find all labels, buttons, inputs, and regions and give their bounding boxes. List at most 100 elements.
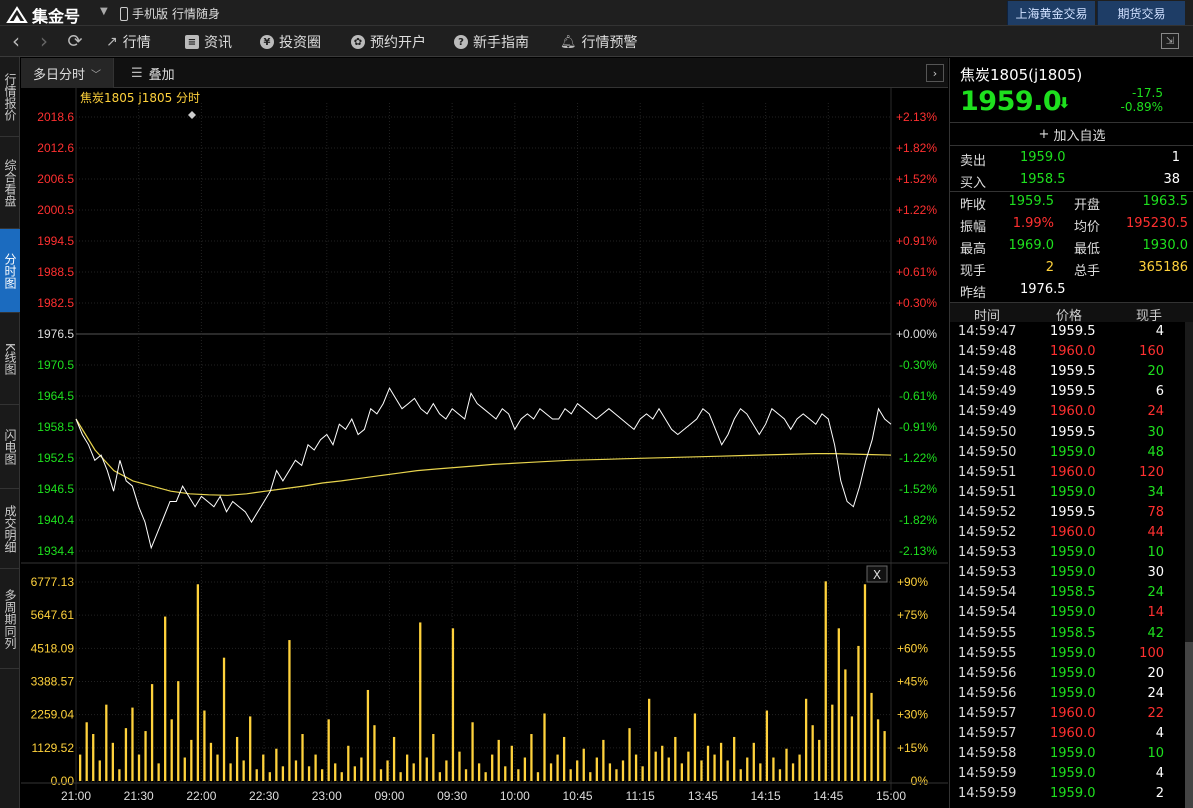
tab-multi-day[interactable]: 多日分时 ﹀ — [21, 58, 115, 88]
app-logo[interactable]: 集金号 — [6, 3, 80, 27]
sidetab-quotes[interactable]: 行情报价 — [0, 57, 20, 137]
tick-time: 14:59:51 — [958, 484, 1017, 500]
chart-tab-bar: 多日分时 ﹀ ☰ 叠加 › — [21, 58, 948, 88]
tick-time: 14:59:56 — [958, 665, 1017, 681]
sidetab-flash[interactable]: 闪电图 — [0, 405, 20, 489]
toolbar-alert[interactable]: 🔔︎ 行情预警 — [560, 32, 638, 52]
tick-time: 14:59:48 — [958, 364, 1017, 380]
volume-bar — [595, 757, 598, 781]
futures-trade-button[interactable]: 期货交易 — [1097, 1, 1185, 25]
volume-bar — [353, 766, 356, 781]
sidetab-overview[interactable]: 综合看盘 — [0, 137, 20, 229]
volume-bar — [576, 760, 579, 781]
scroll-thumb[interactable] — [1185, 642, 1193, 808]
chevron-right-icon[interactable]: › — [926, 64, 944, 82]
volume-bar — [641, 766, 644, 781]
tick-row: 14:59:47 1959.5 4 — [950, 322, 1186, 343]
tick-price: 1959.5 — [1050, 384, 1096, 400]
volume-bar — [190, 739, 193, 781]
stat-value: 1930.0 — [1142, 238, 1189, 253]
sidetab-timeshare[interactable]: 分时图 — [0, 229, 20, 313]
collapse-icon[interactable]: ⇲ — [1161, 33, 1179, 49]
ticks-list[interactable]: 14:59:47 1959.5 4 14:59:48 1960.0 160 14:59:48… — [950, 322, 1186, 808]
tick-price: 1959.5 — [1050, 324, 1096, 339]
back-icon[interactable]: ‹ — [5, 29, 27, 53]
close-icon: X — [873, 568, 881, 582]
tick-volume: 30 — [1147, 424, 1164, 440]
side-tabs: 行情报价 综合看盘 分时图 K线图 闪电图 成交明细 多周期同列 — [0, 57, 20, 808]
volume-bar — [275, 748, 278, 781]
tick-volume: 6 — [1155, 384, 1164, 400]
volume-pct-label: +60% — [897, 641, 928, 655]
chart-background — [21, 88, 948, 808]
volume-tick-label: 4518.09 — [31, 641, 75, 655]
sidetab-multi-period[interactable]: 多周期同列 — [0, 569, 20, 669]
volume-bar — [674, 736, 677, 781]
tick-volume: 14 — [1147, 605, 1164, 621]
tick-price: 1959.0 — [1050, 766, 1096, 782]
sidetab-kline[interactable]: K线图 — [0, 313, 20, 405]
stat-label: 最低 — [1074, 242, 1101, 257]
tick-time: 14:59:59 — [958, 766, 1017, 782]
volume-bar — [92, 734, 95, 781]
toolbar-guide[interactable]: ? 新手指南 — [454, 32, 529, 52]
price-tick-label: 1958.5 — [37, 420, 74, 434]
tick-volume: 10 — [1147, 545, 1164, 561]
forward-icon[interactable]: › — [33, 29, 55, 53]
volume-bar — [706, 745, 710, 781]
volume-bar — [196, 584, 200, 781]
stat-label: 总手 — [1074, 264, 1101, 279]
stat-value: 1.99% — [1012, 216, 1054, 231]
tick-row: 14:59:51 1959.0 34 — [950, 483, 1186, 504]
chevron-down-icon[interactable]: ▼ — [100, 6, 108, 17]
tick-price: 1959.0 — [1050, 786, 1096, 802]
pct-tick-label: -1.22% — [899, 451, 937, 465]
tick-price: 1959.0 — [1050, 444, 1096, 460]
volume-bar — [183, 757, 186, 781]
toolbar-news[interactable]: ≡ 资讯 — [185, 32, 232, 52]
refresh-icon[interactable]: ⟳ — [64, 30, 86, 52]
volume-bar — [137, 754, 141, 781]
volume-bar — [471, 722, 474, 781]
tick-price: 1960.0 — [1050, 404, 1096, 420]
tick-row: 14:59:50 1959.5 30 — [950, 423, 1186, 444]
sge-trade-button[interactable]: 上海黄金交易 — [1007, 1, 1095, 25]
tick-volume: 42 — [1147, 625, 1164, 641]
volume-bar — [621, 760, 625, 781]
ticks-scrollbar[interactable] — [1185, 322, 1193, 808]
settle-value: 1976.5 — [1020, 282, 1066, 297]
help-icon: ? — [454, 35, 468, 49]
tab-overlay[interactable]: ☰ 叠加 — [119, 58, 187, 88]
bell-icon: 🔔︎ — [560, 34, 577, 50]
volume-bar — [124, 728, 128, 781]
mobile-app-link[interactable]: 手机版 行情随身 — [120, 5, 220, 22]
tick-price: 1959.5 — [1050, 504, 1096, 520]
pct-tick-label: +1.22% — [896, 203, 937, 217]
volume-bar — [484, 772, 487, 781]
tick-volume: 4 — [1155, 726, 1164, 741]
volume-bar — [608, 763, 612, 781]
time-tick-label: 15:00 — [876, 789, 906, 803]
volume-bar — [432, 734, 435, 781]
sidetab-details[interactable]: 成交明细 — [0, 489, 20, 569]
tick-volume: 160 — [1139, 344, 1164, 360]
volume-bar — [602, 739, 605, 781]
toolbar-quotes[interactable]: ↗ 行情 — [106, 32, 151, 52]
volume-bar — [863, 584, 867, 781]
tick-row: 14:59:51 1960.0 120 — [950, 463, 1186, 484]
volume-bar — [634, 754, 638, 781]
time-tick-label: 09:30 — [437, 789, 467, 803]
volume-bar — [301, 734, 304, 781]
mobile-label: 手机版 — [132, 7, 169, 21]
volume-bar — [268, 772, 271, 781]
volume-bar — [700, 760, 703, 781]
volume-bar — [294, 760, 298, 781]
toolbar-invest-circle[interactable]: ¥ 投资圈 — [260, 32, 321, 52]
tick-row: 14:59:53 1959.0 30 — [950, 563, 1186, 584]
tick-row: 14:59:57 1960.0 4 — [950, 724, 1186, 745]
add-favorite-button[interactable]: + 加入自选 — [950, 122, 1193, 146]
toolbar-open-account[interactable]: ✿ 预约开户 — [351, 32, 426, 52]
tick-row: 14:59:54 1959.0 14 — [950, 603, 1186, 624]
timeshare-chart[interactable]: 2018.6 +2.13% 2012.6 +1.82% 2006.5 +1.52% 2000… — [21, 88, 948, 808]
volume-bar — [772, 757, 775, 781]
